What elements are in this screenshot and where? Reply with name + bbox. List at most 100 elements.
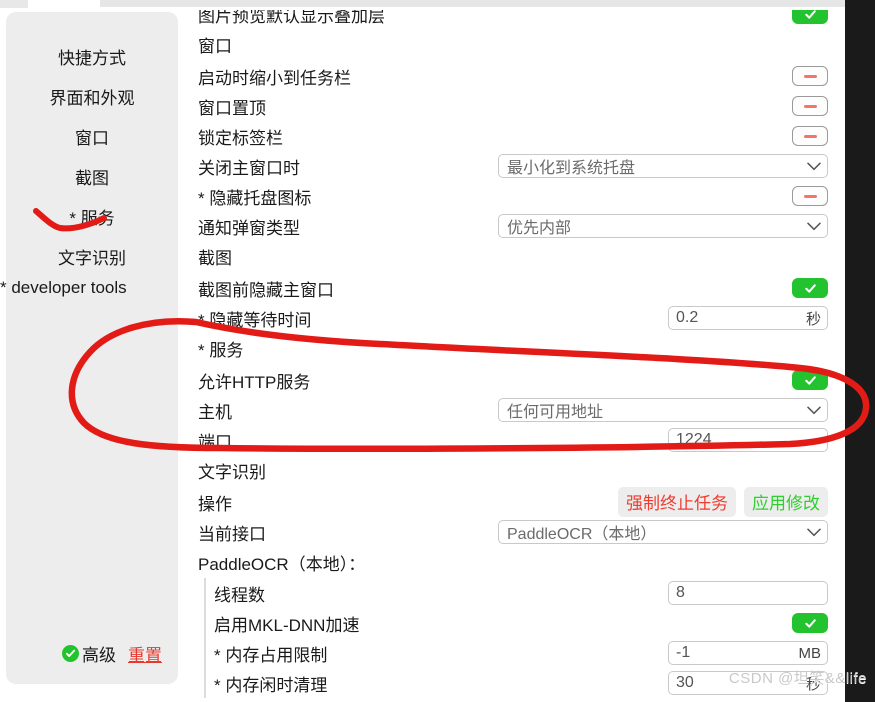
dash-icon [803,104,817,108]
window-tab-remnant [0,0,28,8]
sidebar-item-label: * 服务 [69,209,115,228]
sidebar-footer: 高级 重置 [6,641,178,666]
settings-content: 图片预览默认显示叠加层 窗口 启动时缩小到任务栏 窗口置顶 锁定标签栏 关闭主窗… [188,10,836,700]
row-allow-http-service[interactable]: 允许HTTP服务 [188,365,836,395]
toggle-preview-overlay[interactable] [792,10,828,24]
sidebar-item-interface[interactable]: 界面和外观 [6,90,178,107]
input-hide-wait-time[interactable]: 0.2 秒 [668,306,828,330]
toggle-hide-window-before-capture[interactable] [792,278,828,298]
row-label: 截图前隐藏主窗口 [198,280,334,300]
row-thread-count[interactable]: 线程数 8 [206,578,836,608]
row-label: 图片预览默认显示叠加层 [198,10,385,26]
select-value: PaddleOCR（本地） [507,526,657,543]
row-preview-overlay[interactable]: 图片预览默认显示叠加层 [188,10,836,29]
row-label: * 隐藏等待时间 [198,310,312,330]
input-value: 0.2 [676,309,699,326]
select-value: 最小化到系统托盘 [507,160,636,177]
row-memory-idle-clean[interactable]: * 内存闲时清理 30 秒 [206,668,836,698]
chevron-down-icon [807,162,821,171]
toggle-always-on-top[interactable] [792,96,828,116]
sidebar-item-screenshot[interactable]: 截图 [6,170,178,187]
paddleocr-subsection: 线程数 8 启用MKL-DNN加速 * 内存占用限制 -1 MB * 内存闲时清… [204,578,836,698]
settings-sidebar: 快捷方式 界面和外观 窗口 截图 * 服务 文字识别 高级 重置 [6,12,178,684]
row-operations: 操作 强制终止任务 应用修改 [188,487,836,517]
section-title-service: * 服务 [198,341,244,360]
row-label: 通知弹窗类型 [198,218,300,238]
input-memory-idle-clean[interactable]: 30 秒 [668,671,828,695]
sidebar-item-ocr[interactable]: 文字识别 [6,250,178,267]
input-port[interactable]: 1224 [668,428,828,452]
toggle-allow-http-service[interactable] [792,370,828,390]
sidebar-item-shortcuts[interactable]: 快捷方式 [6,50,178,67]
sidebar-item-label: * developer tools [0,278,127,297]
input-value: 1224 [676,431,712,448]
row-hide-wait-time[interactable]: * 隐藏等待时间 0.2 秒 [188,303,836,333]
row-port[interactable]: 端口 1224 [188,425,836,455]
row-minimize-on-start[interactable]: 启动时缩小到任务栏 [188,61,836,91]
select-host[interactable]: 任何可用地址 [498,398,828,422]
row-hide-window-before-capture[interactable]: 截图前隐藏主窗口 [188,273,836,303]
row-on-close-main-window[interactable]: 关闭主窗口时 最小化到系统托盘 [188,151,836,181]
row-label: 锁定标签栏 [198,128,283,148]
row-label: 启用MKL-DNN加速 [214,615,360,635]
check-circle-icon [62,645,79,662]
sidebar-item-developer-tools[interactable]: * developer tools [0,278,178,298]
apply-changes-button[interactable]: 应用修改 [744,487,828,517]
row-hide-tray-icon[interactable]: * 隐藏托盘图标 [188,181,836,211]
input-value: 8 [676,584,685,601]
dash-icon [803,74,817,78]
row-label: 端口 [198,432,232,452]
input-thread-count[interactable]: 8 [668,581,828,605]
row-label: 操作 [198,494,232,514]
row-lock-tabbar[interactable]: 锁定标签栏 [188,121,836,151]
sidebar-item-label: 界面和外观 [49,89,135,108]
row-notify-popup-type[interactable]: 通知弹窗类型 优先内部 [188,211,836,241]
row-current-interface[interactable]: 当前接口 PaddleOCR（本地） [188,517,836,547]
input-value: -1 [676,644,691,661]
section-title-ocr: 文字识别 [198,463,266,482]
group-window: 启动时缩小到任务栏 窗口置顶 锁定标签栏 关闭主窗口时 最小化到系统托盘 * 隐… [188,61,836,241]
input-memory-limit[interactable]: -1 MB [668,641,828,665]
select-notify-popup-type[interactable]: 优先内部 [498,214,828,238]
select-current-interface[interactable]: PaddleOCR（本地） [498,520,828,544]
dash-icon [803,134,817,138]
paddleocr-subsection-title: PaddleOCR（本地）： [198,555,366,574]
sidebar-item-label: 文字识别 [58,249,126,268]
group-screenshot: 截图前隐藏主窗口 * 隐藏等待时间 0.2 秒 [188,273,836,333]
reset-button[interactable]: 重置 [128,641,162,666]
advanced-toggle[interactable]: 高级 [62,641,116,666]
row-label: * 内存占用限制 [214,645,328,665]
select-value: 优先内部 [507,220,572,237]
toggle-enable-mkldnn[interactable] [792,613,828,633]
sidebar-item-window[interactable]: 窗口 [6,130,178,147]
row-label: * 隐藏托盘图标 [198,188,312,208]
toggle-minimize-on-start[interactable] [792,66,828,86]
section-title-screenshot: 截图 [198,249,232,268]
toggle-hide-tray-icon[interactable] [792,186,828,206]
row-label: 窗口置顶 [198,98,266,118]
sidebar-item-label: 截图 [75,169,109,188]
advanced-label: 高级 [82,646,116,665]
toggle-lock-tabbar[interactable] [792,126,828,146]
right-dark-edge [845,0,875,702]
row-always-on-top[interactable]: 窗口置顶 [188,91,836,121]
row-label: * 内存闲时清理 [214,675,328,695]
sidebar-item-service[interactable]: * 服务 [6,210,178,227]
row-enable-mkldnn[interactable]: 启用MKL-DNN加速 [206,608,836,638]
row-memory-limit[interactable]: * 内存占用限制 -1 MB [206,638,836,668]
row-host[interactable]: 主机 任何可用地址 [188,395,836,425]
row-label: 当前接口 [198,524,266,544]
window-chrome-strip [0,0,875,8]
force-stop-task-button[interactable]: 强制终止任务 [618,487,736,517]
row-label: 关闭主窗口时 [198,158,300,178]
chevron-down-icon [807,406,821,415]
select-on-close-main-window[interactable]: 最小化到系统托盘 [498,154,828,178]
group-service: 允许HTTP服务 主机 任何可用地址 端口 1224 [188,365,836,455]
row-label: 启动时缩小到任务栏 [198,68,351,88]
select-value: 任何可用地址 [507,404,604,421]
group-ocr: 操作 强制终止任务 应用修改 当前接口 PaddleOCR（本地） Paddle… [188,487,836,698]
row-label: 线程数 [214,585,265,605]
section-title-window: 窗口 [198,37,232,56]
input-unit: MB [798,644,822,662]
input-unit: 秒 [805,675,821,693]
